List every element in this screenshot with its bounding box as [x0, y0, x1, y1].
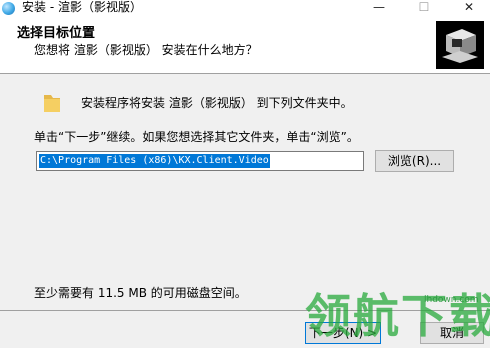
window-title: 安装 - 渲影（影视版）	[22, 0, 142, 14]
setup-app-icon	[2, 2, 15, 15]
installer-computer-icon	[436, 21, 484, 69]
browse-button[interactable]: 浏览(R)...	[375, 150, 454, 172]
title-bar: 安装 - 渲影（影视版） — ☐ ✕	[0, 0, 490, 16]
maximize-button[interactable]: ☐	[409, 0, 439, 16]
close-button[interactable]: ✕	[454, 0, 484, 16]
install-path-value: C:\Program Files (x86)\KX.Client.Video	[39, 154, 270, 168]
wizard-header: 选择目标位置 您想将 渲影（影视版） 安装在什么地方？	[0, 16, 490, 74]
install-destination-text: 安装程序将安装 渲影（影视版） 到下列文件夹中。	[81, 96, 353, 110]
minimize-button[interactable]: —	[364, 0, 394, 16]
disk-space-text: 至少需要有 11.5 MB 的可用磁盘空间。	[34, 286, 247, 300]
page-title: 选择目标位置	[17, 26, 96, 41]
folder-icon	[42, 92, 62, 112]
watermark-url: lhdown.com	[424, 295, 479, 305]
install-path-input[interactable]: C:\Program Files (x86)\KX.Client.Video	[36, 151, 364, 171]
continue-instruction-text: 单击“下一步”继续。如果您想选择其它文件夹，单击“浏览”。	[34, 130, 359, 144]
page-subtitle: 您想将 渲影（影视版） 安装在什么地方？	[34, 43, 258, 57]
